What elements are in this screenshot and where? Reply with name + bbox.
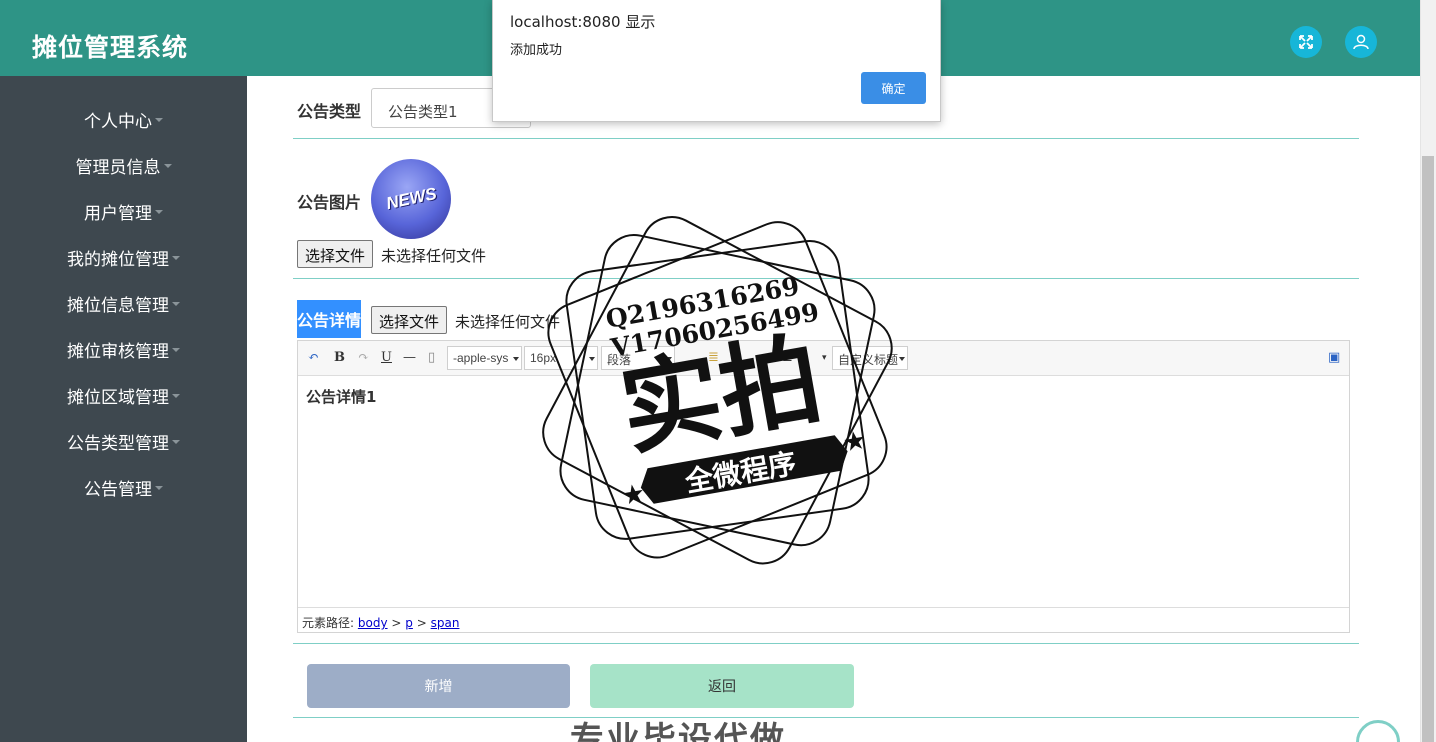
align-left-icon[interactable]: ≣ <box>708 350 719 365</box>
bold-icon[interactable]: B <box>334 350 345 365</box>
notice-type-label: 公告类型 <box>297 102 362 121</box>
caret-down-icon <box>172 256 180 260</box>
caret-down-icon <box>172 348 180 352</box>
back-to-top-button[interactable] <box>1356 720 1400 742</box>
scrollbar-thumb[interactable] <box>1422 156 1434 742</box>
caret-down-icon <box>155 210 163 214</box>
dropdown-arrow-icon <box>513 357 519 361</box>
horizontal-rule-icon[interactable]: — <box>403 350 416 365</box>
expand-icon <box>1299 35 1313 49</box>
sidebar-item-my-stall[interactable]: 我的摊位管理 <box>0 234 247 280</box>
redo-icon[interactable]: ↷ <box>358 350 369 365</box>
dropdown-arrow-icon[interactable]: ▾ <box>822 353 827 363</box>
sidebar: 个人中心 管理员信息 用户管理 我的摊位管理 摊位信息管理 摊位审核管理 摊位区… <box>0 76 247 742</box>
caret-down-icon <box>172 302 180 306</box>
caret-down-icon <box>172 394 180 398</box>
dropdown-arrow-icon <box>899 357 905 361</box>
choose-file-button[interactable]: 选择文件 <box>297 240 374 268</box>
path-span-link[interactable]: span <box>431 616 460 630</box>
alert-ok-button[interactable]: 确定 <box>861 72 926 104</box>
sidebar-item-stall-info[interactable]: 摊位信息管理 <box>0 280 247 326</box>
notice-image-label: 公告图片 <box>297 193 362 212</box>
dropdown-arrow-icon <box>589 357 595 361</box>
page-icon[interactable]: ▯ <box>428 350 435 365</box>
caret-down-icon <box>155 486 163 490</box>
undo-icon[interactable]: ↶ <box>308 350 319 365</box>
divider <box>293 717 1359 718</box>
fullscreen-button[interactable] <box>1290 26 1322 58</box>
custom-title-select[interactable]: 自定义标题 <box>832 346 908 370</box>
rich-text-editor: ↶ B ↷ U — ▯ -apple-sys 16px 段落 ≣ ≣ ▾ 自定义… <box>297 340 1350 633</box>
detail-file-status: 未选择任何文件 <box>455 313 561 331</box>
dropdown-arrow-icon <box>666 357 672 361</box>
align-justify-icon[interactable]: ≣ <box>782 350 793 365</box>
divider <box>293 643 1359 644</box>
divider <box>293 278 1359 279</box>
path-body-link[interactable]: body <box>358 616 388 630</box>
underline-icon[interactable]: U <box>381 350 392 365</box>
add-button[interactable]: 新增 <box>307 664 570 708</box>
watermark-qq: Q2196316269 <box>604 271 802 334</box>
font-size-select[interactable]: 16px <box>524 346 598 370</box>
sidebar-item-notice-type[interactable]: 公告类型管理 <box>0 418 247 464</box>
notice-detail-label: 公告详情 <box>297 300 361 338</box>
user-icon <box>1353 34 1369 50</box>
divider <box>293 138 1359 139</box>
editor-toolbar: ↶ B ↷ U — ▯ -apple-sys 16px 段落 ≣ ≣ ▾ 自定义… <box>298 341 1349 376</box>
preview-icon[interactable]: ▣ <box>1328 350 1340 365</box>
path-p-link[interactable]: p <box>405 616 413 630</box>
bottom-watermark: 专业毕设代做 <box>570 720 786 742</box>
sidebar-item-notice[interactable]: 公告管理 <box>0 464 247 510</box>
alert-dialog: localhost:8080 显示 添加成功 确定 <box>492 0 941 122</box>
caret-down-icon <box>155 118 163 122</box>
sidebar-item-admin-info[interactable]: 管理员信息 <box>0 142 247 188</box>
back-button[interactable]: 返回 <box>590 664 854 708</box>
font-family-select[interactable]: -apple-sys <box>447 346 522 370</box>
paragraph-select[interactable]: 段落 <box>601 346 675 370</box>
editor-content[interactable]: 公告详情1 <box>306 386 376 407</box>
notice-image-preview: NEWS <box>371 159 451 239</box>
app-title: 摊位管理系统 <box>32 33 189 62</box>
caret-down-icon <box>163 164 172 168</box>
element-path: 元素路径: body > p > span <box>298 607 1349 632</box>
detail-choose-file-button[interactable]: 选择文件 <box>371 306 448 334</box>
sidebar-item-stall-area[interactable]: 摊位区域管理 <box>0 372 247 418</box>
alert-message: 添加成功 <box>510 43 563 58</box>
alert-title: localhost:8080 显示 <box>510 13 656 31</box>
sidebar-item-stall-review[interactable]: 摊位审核管理 <box>0 326 247 372</box>
file-status: 未选择任何文件 <box>381 247 487 265</box>
sidebar-item-user-management[interactable]: 用户管理 <box>0 188 247 234</box>
sidebar-item-personal-center[interactable]: 个人中心 <box>0 96 247 142</box>
news-image-text: NEWS <box>383 183 438 214</box>
caret-down-icon <box>172 440 180 444</box>
user-button[interactable] <box>1345 26 1377 58</box>
